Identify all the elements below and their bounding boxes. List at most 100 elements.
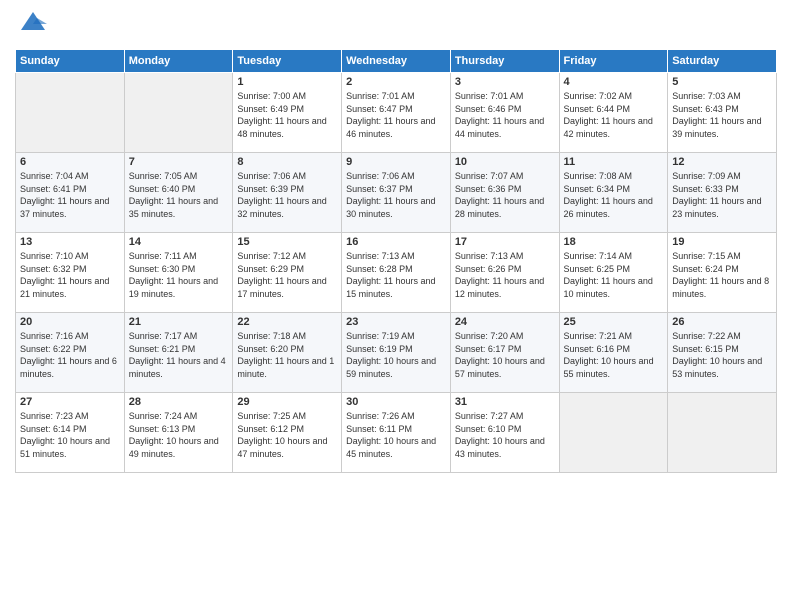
calendar-week-2: 6 Sunrise: 7:04 AM Sunset: 6:41 PM Daylig…: [16, 153, 777, 233]
calendar-cell: 8 Sunrise: 7:06 AM Sunset: 6:39 PM Daylig…: [233, 153, 342, 233]
calendar-body: 1 Sunrise: 7:00 AM Sunset: 6:49 PM Daylig…: [16, 73, 777, 473]
day-info: Sunrise: 7:23 AM Sunset: 6:14 PM Dayligh…: [20, 410, 120, 460]
day-number: 26: [672, 316, 772, 328]
day-info: Sunrise: 7:13 AM Sunset: 6:28 PM Dayligh…: [346, 250, 446, 300]
day-header-tuesday: Tuesday: [233, 50, 342, 73]
calendar-cell: 10 Sunrise: 7:07 AM Sunset: 6:36 PM Dayli…: [450, 153, 559, 233]
calendar-cell: 26Sunrise: 7:22 AM Sunset: 6:15 PM Dayli…: [668, 313, 777, 393]
day-number: 24: [455, 316, 555, 328]
day-info: Sunrise: 7:16 AM Sunset: 6:22 PM Dayligh…: [20, 330, 120, 380]
day-info: Sunrise: 7:11 AM Sunset: 6:30 PM Dayligh…: [129, 250, 229, 300]
day-number: 6: [20, 156, 120, 168]
calendar-table: SundayMondayTuesdayWednesdayThursdayFrid…: [15, 49, 777, 473]
calendar-cell: 28 Sunrise: 7:24 AM Sunset: 6:13 PM Dayli…: [124, 393, 233, 473]
day-header-friday: Friday: [559, 50, 668, 73]
day-info: Sunrise: 7:17 AM Sunset: 6:21 PM Dayligh…: [129, 330, 229, 380]
day-number: 8: [237, 156, 337, 168]
day-number: 1: [237, 76, 337, 88]
day-info: Sunrise: 7:24 AM Sunset: 6:13 PM Dayligh…: [129, 410, 229, 460]
day-info: Sunrise: 7:05 AM Sunset: 6:40 PM Dayligh…: [129, 170, 229, 220]
day-number: 5: [672, 76, 772, 88]
day-number: 10: [455, 156, 555, 168]
day-header-wednesday: Wednesday: [342, 50, 451, 73]
calendar-cell: 20 Sunrise: 7:16 AM Sunset: 6:22 PM Dayli…: [16, 313, 125, 393]
day-info: Sunrise: 7:03 AM Sunset: 6:43 PM Dayligh…: [672, 90, 772, 140]
day-info: Sunrise: 7:20 AM Sunset: 6:17 PM Dayligh…: [455, 330, 555, 380]
page: SundayMondayTuesdayWednesdayThursdayFrid…: [0, 0, 792, 612]
day-info: Sunrise: 7:15 AM Sunset: 6:24 PM Dayligh…: [672, 250, 772, 300]
day-header-saturday: Saturday: [668, 50, 777, 73]
day-info: Sunrise: 7:07 AM Sunset: 6:36 PM Dayligh…: [455, 170, 555, 220]
logo-icon: [19, 10, 47, 43]
day-number: 4: [564, 76, 664, 88]
calendar-cell: 12Sunrise: 7:09 AM Sunset: 6:33 PM Dayli…: [668, 153, 777, 233]
calendar-week-5: 27 Sunrise: 7:23 AM Sunset: 6:14 PM Dayli…: [16, 393, 777, 473]
day-info: Sunrise: 7:01 AM Sunset: 6:47 PM Dayligh…: [346, 90, 446, 140]
day-number: 11: [564, 156, 664, 168]
calendar-cell: [559, 393, 668, 473]
day-number: 22: [237, 316, 337, 328]
calendar-cell: 14Sunrise: 7:11 AM Sunset: 6:30 PM Dayli…: [124, 233, 233, 313]
day-number: 20: [20, 316, 120, 328]
day-header-monday: Monday: [124, 50, 233, 73]
calendar-cell: 2 Sunrise: 7:01 AM Sunset: 6:47 PM Daylig…: [342, 73, 451, 153]
day-info: Sunrise: 7:25 AM Sunset: 6:12 PM Dayligh…: [237, 410, 337, 460]
calendar-cell: 22 Sunrise: 7:18 AM Sunset: 6:20 PM Dayli…: [233, 313, 342, 393]
calendar-cell: 31Sunrise: 7:27 AM Sunset: 6:10 PM Dayli…: [450, 393, 559, 473]
day-info: Sunrise: 7:08 AM Sunset: 6:34 PM Dayligh…: [564, 170, 664, 220]
calendar-week-1: 1 Sunrise: 7:00 AM Sunset: 6:49 PM Daylig…: [16, 73, 777, 153]
calendar-cell: 5 Sunrise: 7:03 AM Sunset: 6:43 PM Daylig…: [668, 73, 777, 153]
calendar-cell: 1 Sunrise: 7:00 AM Sunset: 6:49 PM Daylig…: [233, 73, 342, 153]
day-info: Sunrise: 7:06 AM Sunset: 6:39 PM Dayligh…: [237, 170, 337, 220]
calendar-cell: [16, 73, 125, 153]
day-number: 13: [20, 236, 120, 248]
day-number: 18: [564, 236, 664, 248]
day-number: 2: [346, 76, 446, 88]
day-info: Sunrise: 7:06 AM Sunset: 6:37 PM Dayligh…: [346, 170, 446, 220]
calendar-cell: 17 Sunrise: 7:13 AM Sunset: 6:26 PM Dayli…: [450, 233, 559, 313]
calendar-cell: 25 Sunrise: 7:21 AM Sunset: 6:16 PM Dayli…: [559, 313, 668, 393]
calendar-cell: 13 Sunrise: 7:10 AM Sunset: 6:32 PM Dayli…: [16, 233, 125, 313]
day-number: 7: [129, 156, 229, 168]
calendar-cell: [668, 393, 777, 473]
calendar-cell: 29 Sunrise: 7:25 AM Sunset: 6:12 PM Dayli…: [233, 393, 342, 473]
day-number: 29: [237, 396, 337, 408]
day-number: 3: [455, 76, 555, 88]
day-info: Sunrise: 7:18 AM Sunset: 6:20 PM Dayligh…: [237, 330, 337, 380]
day-number: 31: [455, 396, 555, 408]
logo: [15, 10, 47, 43]
day-number: 28: [129, 396, 229, 408]
calendar-cell: 30Sunrise: 7:26 AM Sunset: 6:11 PM Dayli…: [342, 393, 451, 473]
day-number: 21: [129, 316, 229, 328]
day-info: Sunrise: 7:14 AM Sunset: 6:25 PM Dayligh…: [564, 250, 664, 300]
day-number: 15: [237, 236, 337, 248]
calendar-cell: 19Sunrise: 7:15 AM Sunset: 6:24 PM Dayli…: [668, 233, 777, 313]
header: [15, 10, 777, 43]
day-info: Sunrise: 7:09 AM Sunset: 6:33 PM Dayligh…: [672, 170, 772, 220]
calendar-cell: 16Sunrise: 7:13 AM Sunset: 6:28 PM Dayli…: [342, 233, 451, 313]
day-number: 17: [455, 236, 555, 248]
calendar-cell: 15 Sunrise: 7:12 AM Sunset: 6:29 PM Dayli…: [233, 233, 342, 313]
calendar-cell: 9Sunrise: 7:06 AM Sunset: 6:37 PM Daylig…: [342, 153, 451, 233]
day-header-sunday: Sunday: [16, 50, 125, 73]
day-number: 30: [346, 396, 446, 408]
day-number: 27: [20, 396, 120, 408]
day-info: Sunrise: 7:13 AM Sunset: 6:26 PM Dayligh…: [455, 250, 555, 300]
calendar-cell: 6 Sunrise: 7:04 AM Sunset: 6:41 PM Daylig…: [16, 153, 125, 233]
day-info: Sunrise: 7:21 AM Sunset: 6:16 PM Dayligh…: [564, 330, 664, 380]
day-info: Sunrise: 7:01 AM Sunset: 6:46 PM Dayligh…: [455, 90, 555, 140]
day-number: 25: [564, 316, 664, 328]
day-info: Sunrise: 7:12 AM Sunset: 6:29 PM Dayligh…: [237, 250, 337, 300]
day-info: Sunrise: 7:10 AM Sunset: 6:32 PM Dayligh…: [20, 250, 120, 300]
calendar-cell: 24 Sunrise: 7:20 AM Sunset: 6:17 PM Dayli…: [450, 313, 559, 393]
calendar-cell: 3 Sunrise: 7:01 AM Sunset: 6:46 PM Daylig…: [450, 73, 559, 153]
day-info: Sunrise: 7:19 AM Sunset: 6:19 PM Dayligh…: [346, 330, 446, 380]
day-info: Sunrise: 7:00 AM Sunset: 6:49 PM Dayligh…: [237, 90, 337, 140]
calendar-week-4: 20 Sunrise: 7:16 AM Sunset: 6:22 PM Dayli…: [16, 313, 777, 393]
calendar-cell: 11 Sunrise: 7:08 AM Sunset: 6:34 PM Dayli…: [559, 153, 668, 233]
day-number: 23: [346, 316, 446, 328]
day-info: Sunrise: 7:04 AM Sunset: 6:41 PM Dayligh…: [20, 170, 120, 220]
calendar-cell: 7 Sunrise: 7:05 AM Sunset: 6:40 PM Daylig…: [124, 153, 233, 233]
calendar-cell: 4Sunrise: 7:02 AM Sunset: 6:44 PM Daylig…: [559, 73, 668, 153]
calendar-cell: [124, 73, 233, 153]
